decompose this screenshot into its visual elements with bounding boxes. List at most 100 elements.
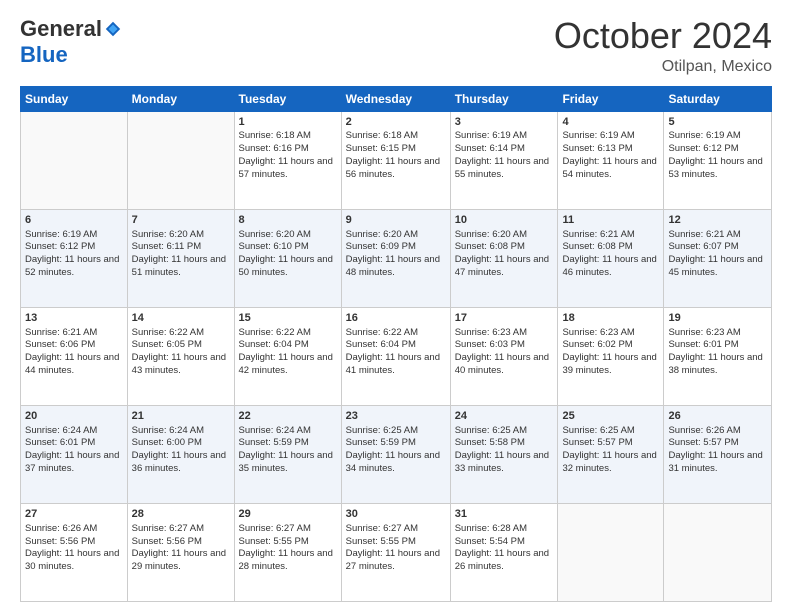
daylight-text: Daylight: 11 hours and 42 minutes.	[239, 352, 333, 376]
table-row: 9Sunrise: 6:20 AMSunset: 6:09 PMDaylight…	[341, 209, 450, 307]
daylight-text: Daylight: 11 hours and 37 minutes.	[25, 450, 119, 474]
table-row: 18Sunrise: 6:23 AMSunset: 6:02 PMDayligh…	[558, 307, 664, 405]
table-row: 7Sunrise: 6:20 AMSunset: 6:11 PMDaylight…	[127, 209, 234, 307]
sunset-text: Sunset: 6:04 PM	[346, 339, 416, 350]
table-row: 29Sunrise: 6:27 AMSunset: 5:55 PMDayligh…	[234, 503, 341, 601]
sunrise-text: Sunrise: 6:21 AM	[562, 229, 634, 240]
sunrise-text: Sunrise: 6:26 AM	[25, 523, 97, 534]
sunset-text: Sunset: 5:56 PM	[132, 536, 202, 547]
day-info: Sunrise: 6:27 AMSunset: 5:56 PMDaylight:…	[132, 523, 230, 574]
day-info: Sunrise: 6:26 AMSunset: 5:57 PMDaylight:…	[668, 425, 767, 476]
day-info: Sunrise: 6:18 AM Sunset: 6:16 PM Daylight:…	[239, 130, 337, 181]
daylight-text: Daylight: 11 hours and 35 minutes.	[239, 450, 333, 474]
table-row	[21, 111, 128, 209]
sunrise-text: Sunrise: 6:24 AM	[132, 425, 204, 436]
logo: General Blue	[20, 16, 122, 68]
table-row: 3Sunrise: 6:19 AMSunset: 6:14 PMDaylight…	[450, 111, 558, 209]
day-number: 19	[668, 311, 767, 326]
day-info: Sunrise: 6:18 AMSunset: 6:15 PMDaylight:…	[346, 130, 446, 181]
sunset-text: Sunset: 6:02 PM	[562, 339, 632, 350]
daylight-text: Daylight: 11 hours and 40 minutes.	[455, 352, 549, 376]
day-info: Sunrise: 6:21 AMSunset: 6:07 PMDaylight:…	[668, 229, 767, 280]
day-number: 6	[25, 213, 123, 228]
day-info: Sunrise: 6:19 AMSunset: 6:12 PMDaylight:…	[25, 229, 123, 280]
day-info: Sunrise: 6:26 AMSunset: 5:56 PMDaylight:…	[25, 523, 123, 574]
calendar-week-row: 1Sunrise: 6:18 AMSunset: 6:16 PMDaylight…	[21, 111, 772, 209]
location: Otilpan, Mexico	[554, 58, 772, 76]
calendar-body: 1Sunrise: 6:18 AMSunset: 6:16 PMDaylight…	[21, 111, 772, 601]
daylight-text: Daylight: 11 hours and 32 minutes.	[562, 450, 656, 474]
table-row: 27Sunrise: 6:26 AMSunset: 5:56 PMDayligh…	[21, 503, 128, 601]
daylight-text: Daylight: 11 hours and 29 minutes.	[132, 548, 226, 572]
sunset-text: Sunset: 5:55 PM	[346, 536, 416, 547]
sunrise-text: Sunrise: 6:27 AM	[239, 523, 311, 534]
day-info: Sunrise: 6:27 AMSunset: 5:55 PMDaylight:…	[346, 523, 446, 574]
title-block: October 2024 Otilpan, Mexico	[554, 16, 772, 76]
table-row: 22Sunrise: 6:24 AMSunset: 5:59 PMDayligh…	[234, 405, 341, 503]
daylight-text: Daylight: 11 hours and 54 minutes.	[562, 156, 656, 180]
daylight-text: Daylight: 11 hours and 28 minutes.	[239, 548, 333, 572]
day-number: 27	[25, 507, 123, 522]
sunrise-text: Sunrise: 6:28 AM	[455, 523, 527, 534]
sunset-text: Sunset: 6:04 PM	[239, 339, 309, 350]
table-row: 12Sunrise: 6:21 AMSunset: 6:07 PMDayligh…	[664, 209, 772, 307]
day-number: 23	[346, 409, 446, 424]
sunrise-text: Sunrise: 6:19 AM	[668, 130, 740, 141]
table-row: 2Sunrise: 6:18 AMSunset: 6:15 PMDaylight…	[341, 111, 450, 209]
sunrise-text: Sunrise: 6:18 AM	[239, 130, 311, 141]
table-row: 23Sunrise: 6:25 AMSunset: 5:59 PMDayligh…	[341, 405, 450, 503]
day-info: Sunrise: 6:20 AMSunset: 6:10 PMDaylight:…	[239, 229, 337, 280]
sunset-text: Sunset: 6:12 PM	[668, 143, 738, 154]
day-info: Sunrise: 6:21 AMSunset: 6:08 PMDaylight:…	[562, 229, 659, 280]
day-info: Sunrise: 6:25 AMSunset: 5:59 PMDaylight:…	[346, 425, 446, 476]
table-row: 26Sunrise: 6:26 AMSunset: 5:57 PMDayligh…	[664, 405, 772, 503]
col-sunday: Sunday	[21, 86, 128, 111]
day-number: 14	[132, 311, 230, 326]
day-number: 18	[562, 311, 659, 326]
month-title: October 2024	[554, 16, 772, 56]
day-number: 21	[132, 409, 230, 424]
day-info: Sunrise: 6:25 AMSunset: 5:58 PMDaylight:…	[455, 425, 554, 476]
sunrise-text: Sunrise: 6:26 AM	[668, 425, 740, 436]
day-number: 9	[346, 213, 446, 228]
day-number: 25	[562, 409, 659, 424]
day-number: 11	[562, 213, 659, 228]
day-number: 12	[668, 213, 767, 228]
daylight-text: Daylight: 11 hours and 57 minutes.	[239, 156, 333, 180]
day-number: 16	[346, 311, 446, 326]
sunrise-text: Sunrise: 6:19 AM	[25, 229, 97, 240]
table-row	[127, 111, 234, 209]
sunrise-text: Sunrise: 6:24 AM	[239, 425, 311, 436]
day-info: Sunrise: 6:23 AMSunset: 6:03 PMDaylight:…	[455, 327, 554, 378]
table-row: 13Sunrise: 6:21 AMSunset: 6:06 PMDayligh…	[21, 307, 128, 405]
day-number: 4	[562, 115, 659, 130]
sunrise-text: Sunrise: 6:20 AM	[455, 229, 527, 240]
sunrise-text: Sunrise: 6:21 AM	[668, 229, 740, 240]
header: General Blue October 2024 Otilpan, Mexic…	[20, 16, 772, 76]
table-row	[664, 503, 772, 601]
day-number: 3	[455, 115, 554, 130]
daylight-text: Daylight: 11 hours and 39 minutes.	[562, 352, 656, 376]
sunset-text: Sunset: 5:57 PM	[668, 437, 738, 448]
col-tuesday: Tuesday	[234, 86, 341, 111]
sunset-text: Sunset: 6:07 PM	[668, 241, 738, 252]
table-row: 11Sunrise: 6:21 AMSunset: 6:08 PMDayligh…	[558, 209, 664, 307]
day-info: Sunrise: 6:19 AMSunset: 6:13 PMDaylight:…	[562, 130, 659, 181]
sunset-text: Sunset: 5:59 PM	[239, 437, 309, 448]
table-row: 30Sunrise: 6:27 AMSunset: 5:55 PMDayligh…	[341, 503, 450, 601]
day-info: Sunrise: 6:24 AMSunset: 6:00 PMDaylight:…	[132, 425, 230, 476]
day-number: 8	[239, 213, 337, 228]
day-number: 17	[455, 311, 554, 326]
sunset-text: Sunset: 6:16 PM	[239, 143, 309, 154]
calendar-week-row: 6Sunrise: 6:19 AMSunset: 6:12 PMDaylight…	[21, 209, 772, 307]
day-number: 7	[132, 213, 230, 228]
table-row: 5Sunrise: 6:19 AMSunset: 6:12 PMDaylight…	[664, 111, 772, 209]
day-info: Sunrise: 6:21 AMSunset: 6:06 PMDaylight:…	[25, 327, 123, 378]
day-info: Sunrise: 6:22 AMSunset: 6:04 PMDaylight:…	[239, 327, 337, 378]
table-row: 10Sunrise: 6:20 AMSunset: 6:08 PMDayligh…	[450, 209, 558, 307]
sunset-text: Sunset: 6:10 PM	[239, 241, 309, 252]
daylight-text: Daylight: 11 hours and 55 minutes.	[455, 156, 549, 180]
sunrise-text: Sunrise: 6:22 AM	[132, 327, 204, 338]
daylight-text: Daylight: 11 hours and 52 minutes.	[25, 254, 119, 278]
sunrise-text: Sunrise: 6:21 AM	[25, 327, 97, 338]
